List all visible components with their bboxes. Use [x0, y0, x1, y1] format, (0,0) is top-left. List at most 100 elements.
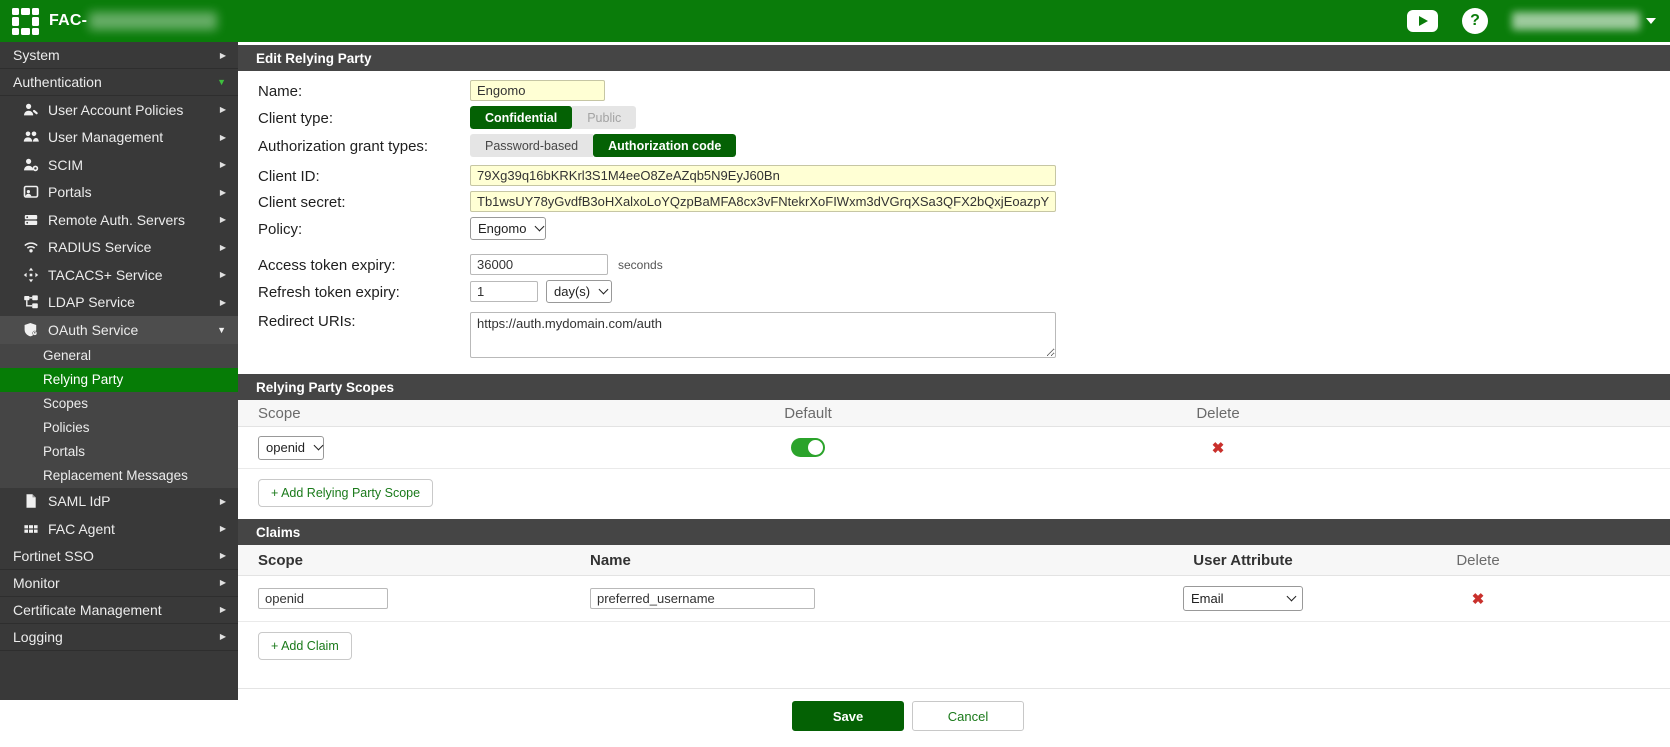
- scope-select[interactable]: openid: [258, 436, 324, 460]
- redirect-uris-textarea[interactable]: https://auth.mydomain.com/auth: [470, 312, 1056, 358]
- sidebar-item-system[interactable]: System: [0, 42, 238, 69]
- claim-row: Email: [238, 576, 1670, 622]
- chevron-right-icon: [220, 298, 226, 307]
- sidebar-item-remote-auth-servers[interactable]: Remote Auth. Servers: [0, 206, 238, 234]
- scope-row: openid: [238, 427, 1670, 469]
- user-menu[interactable]: [1512, 12, 1656, 30]
- client-secret-input[interactable]: [470, 191, 1056, 212]
- policy-select[interactable]: Engomo: [470, 217, 546, 240]
- brand-name: FAC-: [49, 12, 87, 30]
- access-token-unit: seconds: [618, 258, 663, 272]
- divider: [238, 688, 1670, 689]
- wifi-icon: [23, 239, 40, 256]
- claims-header-user-attribute: User Attribute: [1193, 552, 1292, 569]
- name-input[interactable]: [470, 80, 605, 101]
- portal-icon: [23, 184, 40, 201]
- client-secret-label: Client secret:: [258, 193, 470, 211]
- add-claim-button[interactable]: + Add Claim: [258, 632, 352, 660]
- claim-name-input[interactable]: [590, 588, 815, 609]
- chevron-right-icon: [220, 51, 226, 60]
- server-icon: [23, 211, 40, 228]
- sidebar-item-user-account-policies[interactable]: User Account Policies: [0, 96, 238, 124]
- access-token-expiry-label: Access token expiry:: [258, 256, 470, 274]
- sidebar-item-tacacs-service[interactable]: TACACS+ Service: [0, 261, 238, 289]
- shield-icon: [23, 321, 40, 338]
- scopes-header-delete: Delete: [1196, 405, 1239, 422]
- chevron-right-icon: [220, 105, 226, 114]
- delete-icon[interactable]: [1472, 590, 1485, 608]
- grant-types-segment: Password-based Authorization code: [470, 134, 736, 157]
- sidebar-item-monitor[interactable]: Monitor: [0, 570, 238, 597]
- client-type-segment: Confidential Public: [470, 106, 636, 129]
- scopes-section-title: Relying Party Scopes: [238, 374, 1670, 400]
- help-icon[interactable]: [1462, 8, 1488, 34]
- sidebar-item-oauth-general[interactable]: General: [0, 344, 238, 368]
- claims-header-scope: Scope: [238, 552, 570, 569]
- sidebar-item-logging[interactable]: Logging: [0, 624, 238, 651]
- client-type-public-button[interactable]: Public: [572, 106, 636, 129]
- chevron-down-icon: [217, 325, 226, 335]
- claim-scope-input[interactable]: [258, 588, 388, 609]
- add-relying-party-scope-button[interactable]: + Add Relying Party Scope: [258, 479, 433, 507]
- client-id-input[interactable]: [470, 165, 1056, 186]
- sidebar-item-fac-agent[interactable]: FAC Agent: [0, 515, 238, 543]
- users-icon: [23, 129, 40, 146]
- sidebar-item-oauth-service[interactable]: OAuth Service: [0, 316, 238, 344]
- grant-password-based-button[interactable]: Password-based: [470, 134, 593, 157]
- scopes-table-header: Scope Default Delete: [238, 400, 1670, 427]
- sidebar-item-certificate-management[interactable]: Certificate Management: [0, 597, 238, 624]
- claims-table-header: Scope Name User Attribute Delete: [238, 545, 1670, 576]
- client-id-label: Client ID:: [258, 167, 470, 185]
- client-type-confidential-button[interactable]: Confidential: [470, 106, 572, 129]
- sidebar-item-radius-service[interactable]: RADIUS Service: [0, 234, 238, 262]
- scopes-header-default: Default: [784, 405, 832, 422]
- chevron-right-icon: [220, 160, 226, 169]
- user-menu-caret-icon: [1646, 18, 1656, 24]
- redacted-hostname: [89, 12, 217, 30]
- page-title: Edit Relying Party: [238, 45, 1670, 71]
- claims-header-delete: Delete: [1456, 552, 1499, 569]
- access-token-expiry-input[interactable]: [470, 254, 608, 275]
- chevron-right-icon: [220, 551, 226, 560]
- name-label: Name:: [258, 82, 470, 100]
- apps-grid-icon[interactable]: [12, 8, 39, 35]
- sidebar-item-oauth-relying-party[interactable]: Relying Party: [0, 368, 238, 392]
- refresh-token-expiry-label: Refresh token expiry:: [258, 283, 470, 301]
- default-toggle[interactable]: [791, 438, 825, 457]
- delete-icon[interactable]: [1212, 439, 1225, 457]
- sidebar-item-user-management[interactable]: User Management: [0, 124, 238, 152]
- youtube-icon[interactable]: [1407, 10, 1438, 32]
- refresh-token-unit-select[interactable]: day(s): [546, 280, 612, 303]
- sidebar-item-saml-idp[interactable]: SAML IdP: [0, 488, 238, 516]
- grant-authorization-code-button[interactable]: Authorization code: [593, 134, 736, 157]
- client-type-label: Client type:: [258, 109, 470, 127]
- refresh-token-expiry-input[interactable]: [470, 281, 538, 302]
- chevron-right-icon: [220, 497, 226, 506]
- chevron-down-icon: [217, 77, 226, 87]
- save-button[interactable]: Save: [792, 701, 904, 731]
- chevron-right-icon: [220, 133, 226, 142]
- chevron-right-icon: [220, 270, 226, 279]
- chevron-right-icon: [220, 188, 226, 197]
- chevron-right-icon: [220, 215, 226, 224]
- tree-icon: [23, 294, 40, 311]
- sidebar-item-oauth-scopes[interactable]: Scopes: [0, 392, 238, 416]
- form-actions: Save Cancel: [238, 701, 1670, 731]
- sidebar-item-oauth-replacement-messages[interactable]: Replacement Messages: [0, 464, 238, 488]
- sidebar-item-authentication[interactable]: Authentication: [0, 69, 238, 96]
- sidebar-item-oauth-policies[interactable]: Policies: [0, 416, 238, 440]
- claim-user-attribute-select[interactable]: Email: [1183, 586, 1303, 611]
- chevron-right-icon: [220, 243, 226, 252]
- cancel-button[interactable]: Cancel: [912, 701, 1024, 731]
- sidebar-item-ldap-service[interactable]: LDAP Service: [0, 289, 238, 317]
- sidebar-item-portals[interactable]: Portals: [0, 179, 238, 207]
- sidebar-item-scim[interactable]: SCIM: [0, 151, 238, 179]
- redirect-uris-label: Redirect URIs:: [258, 312, 470, 330]
- chevron-right-icon: [220, 632, 226, 641]
- sidebar-item-fortinet-sso[interactable]: Fortinet SSO: [0, 543, 238, 570]
- redacted-username: [1512, 12, 1640, 30]
- sidebar: System Authentication User Account Polic…: [0, 42, 238, 700]
- chevron-down-icon: [1287, 592, 1297, 602]
- chevron-down-icon: [314, 441, 324, 451]
- sidebar-item-oauth-portals[interactable]: Portals: [0, 440, 238, 464]
